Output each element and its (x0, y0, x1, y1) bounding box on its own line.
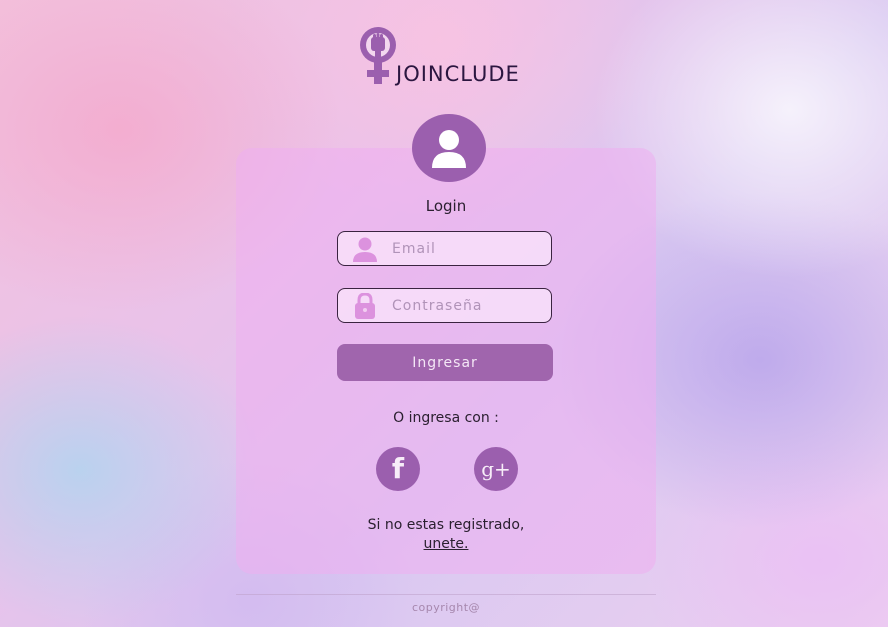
google-plus-login-button[interactable]: g+ (474, 447, 518, 491)
register-prompt: Si no estas registrado, unete. (236, 516, 656, 554)
user-avatar-icon (412, 114, 486, 182)
footer-divider (236, 594, 656, 595)
email-field-wrapper[interactable] (337, 231, 552, 266)
register-text: Si no estas registrado, (367, 517, 525, 533)
user-icon (352, 236, 378, 262)
brand-logo: JOINCLUDE (356, 24, 536, 86)
login-submit-button[interactable]: Ingresar (337, 344, 553, 381)
email-input[interactable] (390, 239, 544, 258)
social-login-prompt: O ingresa con : (393, 410, 499, 426)
venus-fist-icon (360, 27, 396, 84)
google-plus-icon: g+ (481, 457, 511, 481)
facebook-icon: f (391, 452, 405, 485)
facebook-login-button[interactable]: f (376, 447, 420, 491)
register-link[interactable]: unete. (424, 536, 469, 552)
brand-name: JOINCLUDE (396, 62, 520, 86)
password-input[interactable] (390, 296, 544, 315)
password-field-wrapper[interactable] (337, 288, 552, 323)
login-title: Login (425, 197, 467, 215)
lock-icon (352, 292, 378, 319)
copyright-text: copyright@ (411, 601, 481, 614)
